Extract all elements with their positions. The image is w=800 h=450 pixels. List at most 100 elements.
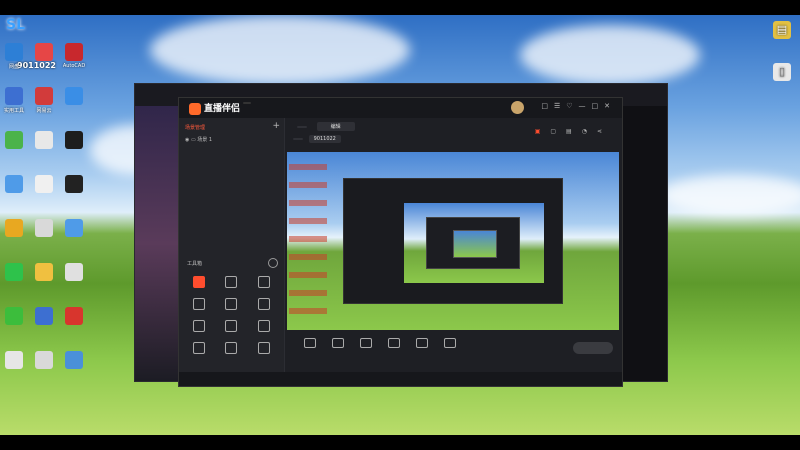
- plus-icon: [5, 131, 23, 149]
- stream-info: 编辑: [293, 122, 355, 131]
- desktop-icon-file[interactable]: ▯: [760, 63, 800, 83]
- toolbox-settings-icon[interactable]: [268, 258, 278, 268]
- logo-icon: [189, 102, 201, 115]
- desktop-icon-label: AutoCAD: [62, 63, 86, 69]
- desktop-icon-folder[interactable]: ▤: [760, 21, 800, 41]
- brand-badge: SL: [6, 17, 26, 33]
- heart-icon[interactable]: ♡: [566, 102, 578, 110]
- tool-item[interactable]: [183, 320, 215, 334]
- cloud: [660, 175, 800, 215]
- go-live-button[interactable]: [573, 342, 613, 354]
- source-button[interactable]: [295, 338, 325, 351]
- folder4-icon: [65, 263, 83, 281]
- bag-icon: [225, 298, 238, 310]
- desktop-icon[interactable]: [52, 175, 96, 195]
- file-icon: ▯: [773, 63, 791, 81]
- maximize-icon[interactable]: □: [592, 102, 605, 110]
- avatar[interactable]: [511, 101, 524, 114]
- cloud: [150, 15, 410, 85]
- preview-nested-desktop: [404, 203, 544, 283]
- desktop-icon[interactable]: [52, 131, 96, 151]
- download-icon: [225, 342, 238, 354]
- computer-icon: [65, 87, 83, 105]
- music-icon: [35, 87, 53, 105]
- add-scene-icon[interactable]: +: [272, 121, 280, 131]
- preview-nested-window-2: [426, 217, 520, 269]
- wechat-icon: [5, 263, 23, 281]
- tool-item[interactable]: [183, 298, 215, 312]
- app-logo: 直播伴侣: [189, 101, 240, 115]
- minimize-icon[interactable]: —: [579, 102, 592, 110]
- screen-icon: [304, 338, 316, 348]
- bottom-letterbox: [0, 435, 800, 450]
- live-preview[interactable]: [287, 152, 619, 330]
- top-letterbox: [0, 0, 800, 15]
- box-icon[interactable]: ▤: [566, 128, 582, 135]
- doc-icon: [35, 131, 53, 149]
- desktop-icon-label: 网盘: [8, 64, 19, 70]
- source-button[interactable]: [323, 338, 353, 351]
- tool-item[interactable]: [248, 320, 280, 334]
- folder-icon: ▤: [773, 21, 791, 39]
- desktop-icon[interactable]: [52, 351, 96, 371]
- source-button[interactable]: [379, 338, 409, 351]
- folder2-icon: [65, 219, 83, 237]
- desktop-icon-label: 实用工具: [3, 108, 24, 114]
- tab-scenes[interactable]: 场景管理: [185, 125, 205, 131]
- live-icon: [193, 276, 206, 288]
- source-button[interactable]: [351, 338, 381, 351]
- folder3-icon: [35, 263, 53, 281]
- close-icon[interactable]: ✕: [604, 102, 616, 110]
- header-actions: ▣▢▤◔⋖: [535, 128, 612, 135]
- mic-icon: [416, 338, 428, 348]
- tool-item[interactable]: [248, 298, 280, 312]
- tool-item[interactable]: [215, 342, 247, 356]
- tool-item[interactable]: [215, 298, 247, 312]
- media-icon: [65, 175, 83, 193]
- source-button[interactable]: [407, 338, 437, 351]
- desktop-icon[interactable]: [52, 219, 96, 239]
- screen-mode-icon[interactable]: □: [541, 102, 554, 110]
- bell-icon[interactable]: ◔: [582, 128, 597, 135]
- speaker-icon: [444, 338, 456, 348]
- app-title: 直播伴侣: [204, 104, 241, 114]
- scene-item[interactable]: ◉ ▭ 场景 1: [185, 136, 212, 143]
- desktop-icon[interactable]: [52, 307, 96, 327]
- share-icon[interactable]: ⋖: [597, 128, 612, 135]
- source-button[interactable]: [435, 338, 465, 351]
- desktop-icon[interactable]: [52, 263, 96, 283]
- tool-item[interactable]: [248, 276, 280, 290]
- folder-icon: [5, 175, 23, 193]
- tool-icon: [5, 87, 23, 105]
- glasses-icon: [257, 342, 270, 354]
- triangle-icon: [193, 342, 206, 354]
- category-pill[interactable]: [297, 126, 307, 128]
- window-controls: □☰♡—□✕: [541, 102, 616, 110]
- tool-item[interactable]: [248, 342, 280, 356]
- tool-item[interactable]: [183, 342, 215, 356]
- shield-icon: [193, 320, 206, 332]
- preview-nested-window: [343, 178, 563, 304]
- calendar-icon: [257, 320, 270, 332]
- toolbox-grid: [183, 276, 280, 356]
- menu-icon[interactable]: ☰: [554, 102, 566, 110]
- desktop-icon[interactable]: [52, 87, 96, 107]
- edit-button[interactable]: 编辑: [316, 122, 355, 131]
- gift-icon[interactable]: ▣: [535, 128, 551, 135]
- autocad-icon: [65, 43, 83, 61]
- pdf-icon: [35, 351, 53, 369]
- tool-item[interactable]: [183, 276, 215, 290]
- file2-icon: [5, 351, 23, 369]
- chat-icon: [5, 307, 23, 325]
- desktop-icon[interactable]: AutoCAD: [52, 43, 96, 69]
- version-badge: [243, 102, 251, 104]
- user-icon: [225, 276, 238, 288]
- tool-item[interactable]: [215, 276, 247, 290]
- tool-item[interactable]: [215, 320, 247, 334]
- room-info: 9011022: [293, 135, 341, 143]
- status-bar: [179, 372, 622, 386]
- lock-icon[interactable]: ▢: [550, 128, 566, 135]
- settings-icon: [257, 276, 270, 288]
- app-titlebar[interactable]: 直播伴侣 □☰♡—□✕: [179, 98, 622, 118]
- room-id: 9011022: [308, 135, 341, 143]
